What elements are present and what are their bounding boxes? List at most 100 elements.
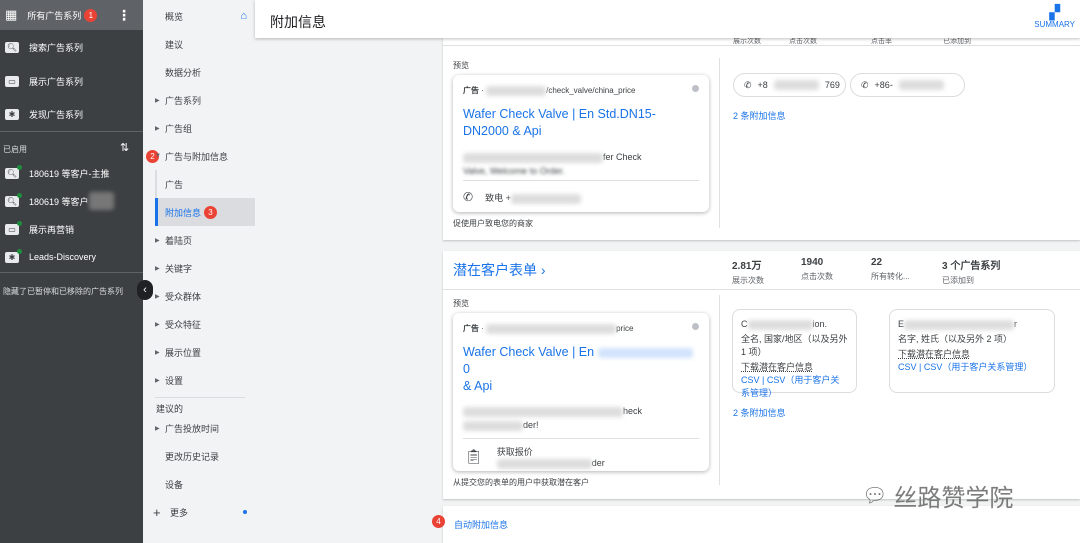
stat-clicks: 1940 点击次数 (801, 257, 833, 282)
form-name: C (741, 319, 748, 329)
card-title: 潜在客户表单 (453, 262, 537, 278)
nav-insights[interactable]: 数据分析 (143, 58, 255, 86)
stat-label: 已添加到 (942, 276, 974, 285)
more-vert-icon[interactable]: ⋮ (117, 7, 131, 24)
extension-caption: 促使用户致电您的商家 (453, 219, 533, 228)
stat-label: 点击次数 (801, 272, 833, 281)
nav-keywords[interactable]: ▶ 关键字 (143, 254, 255, 282)
chevron-right-icon: › (540, 262, 546, 278)
nav-label: 着陆页 (165, 235, 193, 246)
annotation-badge: 4 (432, 515, 445, 528)
nav-overview[interactable]: 概览 ⌂ (143, 2, 255, 30)
expand-arrow-icon: ▶ (155, 293, 160, 300)
form-name: r (1014, 319, 1018, 329)
nav-label: 广告投放时间 (165, 423, 220, 434)
stat-value: 22 (871, 257, 883, 268)
all-campaigns-item[interactable]: ▦ 所有广告系列 1 ⋮ (0, 0, 143, 30)
expand-arrow-icon: ▶ (155, 97, 160, 104)
nav-more[interactable]: + 更多 (143, 498, 255, 526)
stat-value: 3 个广告系列 (942, 261, 1001, 272)
headline-text: Wafer Check Valve | En (463, 345, 595, 359)
lead-form-chip[interactable]: Er 名字, 姓氏（以及另外 2 项） 下载潜在客户信息 CSV | CSV（用… (889, 309, 1055, 393)
nav-ad-schedule[interactable]: ▶ 广告投放时间 (143, 414, 255, 442)
lead-form-chip[interactable]: Cion. 全名, 国家/地区（以及另外 1 项） 下载潜在客户信息 CSV |… (732, 309, 857, 398)
nav-label: 附加信息 (165, 207, 202, 218)
form-fields: 名字, 姓氏（以及另外 2 项） (898, 334, 1013, 344)
divider (0, 272, 143, 273)
plus-icon: + (153, 504, 161, 520)
phone-number: 769 (824, 80, 840, 90)
nav-label: 更多 (170, 507, 189, 518)
campaign-item[interactable]: 🔍︎ 180619 等客户-主推 (0, 159, 143, 187)
nav-label: 数据分析 (165, 67, 202, 78)
csv-download-link[interactable]: CSV | CSV（用于客户关系管理） (898, 361, 1046, 374)
campaign-item[interactable]: ▭ 展示再营销 (0, 215, 143, 243)
summary-label: SUMMARY (1034, 20, 1075, 29)
annotation-badge: 1 (84, 8, 98, 22)
sort-icon[interactable]: ⇅ (120, 141, 129, 154)
ad-description: der! (523, 420, 539, 430)
automated-extensions-link[interactable]: 自动附加信息 (454, 518, 508, 531)
stat-added-to: 3 个广告系列 已添加到 (942, 257, 1000, 286)
preview-label: 预览 (453, 299, 469, 308)
nav-label: 更改历史记录 (165, 451, 220, 462)
nav-landing-pages[interactable]: ▶ 着陆页 (143, 226, 255, 254)
call-text: 致电 + (485, 193, 511, 203)
item-label: 180619 等客户 (29, 196, 89, 207)
watermark-text: 丝路赞学院 (893, 484, 1014, 512)
sidebar-item-discovery[interactable]: ✱ 发现广告系列 (0, 100, 143, 128)
stat-conversions: 22 所有转化... (871, 257, 910, 282)
search-icon: 🔍︎ (5, 41, 19, 53)
nav-demographics[interactable]: ▶ 受众特征 (143, 310, 255, 338)
nav-change-history[interactable]: 更改历史记录 (143, 442, 255, 470)
ad-description: fer Check (603, 152, 642, 162)
home-icon: ⌂ (240, 10, 247, 22)
campaign-item[interactable]: ✱ Leads-Discovery (0, 243, 143, 271)
headline-text: & Api (463, 379, 493, 393)
stat-label: 所有转化... (871, 272, 910, 281)
phone-number: +86- (874, 80, 893, 90)
item-label: 展示再营销 (29, 224, 75, 235)
summary-button[interactable]: ▞ SUMMARY (1034, 4, 1075, 29)
phone-chip[interactable]: ✆ +8 769 (733, 73, 846, 97)
nav-campaigns[interactable]: ▶ 广告系列 (143, 86, 255, 114)
sidebar-item-search[interactable]: 🔍︎ 搜索广告系列 (0, 33, 143, 61)
stat-impressions: 2.81万 展示次数 (732, 257, 764, 286)
wechat-icon: 💬︎ (862, 485, 888, 507)
more-extensions-link[interactable]: 2 条附加信息 (733, 109, 786, 122)
item-label: 180619 等客户-主推 (29, 168, 110, 179)
grid-icon: ▦ (5, 7, 18, 22)
lead-form-title-link[interactable]: 潜在客户表单 › (453, 260, 546, 280)
nav-suggestions[interactable]: 建议 (143, 30, 255, 58)
ad-headline[interactable]: Wafer Check Valve | En 0 & Api (463, 344, 699, 395)
divider (0, 131, 143, 132)
nav-devices[interactable]: 设备 (143, 470, 255, 498)
item-label: 搜索广告系列 (29, 42, 84, 53)
nav-ads[interactable]: 广告 (143, 170, 255, 198)
phone-chip[interactable]: ✆ +86- (850, 73, 965, 97)
info-dot-icon (692, 323, 699, 330)
nav-label: 概览 (165, 11, 184, 22)
display-icon: ▭ (5, 220, 22, 235)
stat-value: 2.81万 (732, 261, 762, 272)
nav-ads-extensions[interactable]: 2 ▼ 广告与附加信息 (143, 142, 255, 170)
nav-placements[interactable]: ▶ 展示位置 (143, 338, 255, 366)
sidebar-item-display[interactable]: ▭ 展示广告系列 (0, 67, 143, 95)
nav-label: 广告与附加信息 (165, 151, 229, 162)
all-campaigns-label: 所有广告系列 (27, 10, 82, 21)
nav-extensions[interactable]: 附加信息 3 (155, 198, 255, 226)
csv-download-link[interactable]: CSV | CSV（用于客户关系管理） (741, 374, 848, 400)
nav-label: 建议 (165, 39, 184, 50)
form-name: ion. (812, 319, 828, 329)
nav-label: 广告系列 (165, 95, 202, 106)
nav-ad-groups[interactable]: ▶ 广告组 (143, 114, 255, 142)
phone-number: +8 (757, 80, 768, 90)
more-extensions-link[interactable]: 2 条附加信息 (733, 406, 786, 419)
search-icon: 🔍︎ (5, 192, 22, 207)
nav-settings[interactable]: ▶ 设置 (143, 366, 255, 394)
ad-headline[interactable]: Wafer Check Valve | En Std.DN15-DN2000 &… (463, 106, 699, 140)
collapse-chevron-icon[interactable]: ‹ (137, 280, 153, 300)
nav-audiences[interactable]: ▶ 受众群体 (143, 282, 255, 310)
info-dot-icon (692, 85, 699, 92)
campaign-item[interactable]: 🔍︎ 180619 等客户 (0, 187, 143, 215)
